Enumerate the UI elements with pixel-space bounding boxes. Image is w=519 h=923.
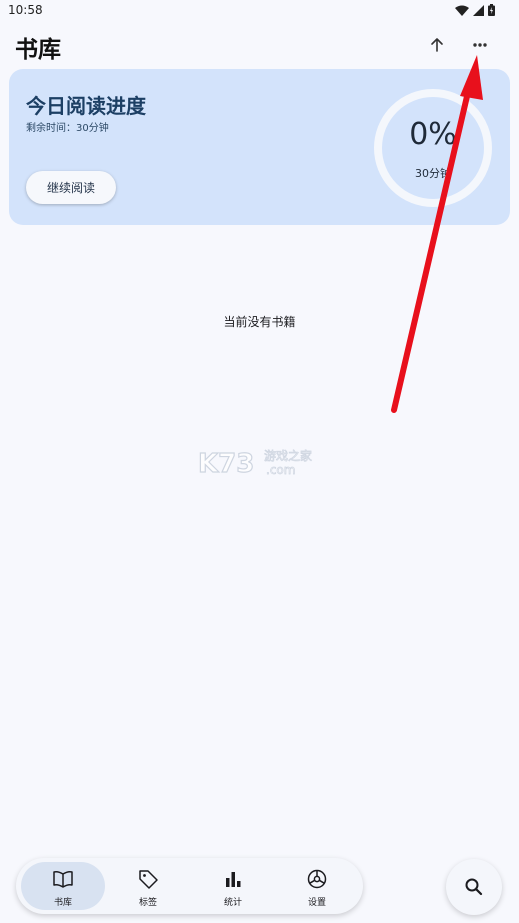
status-icons (455, 4, 495, 16)
nav-label-library: 书库 (53, 898, 72, 908)
nav-item-settings[interactable]: 设置 (275, 862, 359, 910)
upload-button[interactable] (422, 30, 452, 60)
settings-icon (307, 869, 327, 889)
nav-label-settings: 设置 (307, 898, 326, 908)
reading-progress-card: 今日阅读进度 剩余时间：30分钟 继续阅读 0% 30分钟 (9, 69, 510, 225)
progress-percent: 0% (409, 117, 457, 152)
page-title: 书库 (15, 37, 61, 63)
nav-label-tags: 标签 (138, 898, 157, 908)
tag-icon (139, 870, 158, 889)
status-bar: 10:58 (0, 0, 519, 22)
more-icon (473, 43, 487, 47)
bottom-navigation: 书库 标签 统计 设置 (16, 858, 363, 914)
remaining-time-label: 剩余时间：30分钟 (26, 123, 109, 134)
more-options-button[interactable] (465, 30, 495, 60)
nav-item-library[interactable]: 书库 (21, 862, 105, 910)
reading-goal-label: 30分钟 (415, 167, 451, 180)
nav-label-stats: 统计 (223, 898, 242, 908)
upload-icon (431, 38, 443, 52)
watermark-brand: K73 (198, 449, 254, 478)
reading-progress-title: 今日阅读进度 (26, 94, 146, 118)
battery-icon (488, 4, 495, 16)
search-icon (465, 878, 483, 896)
signal-icon (473, 4, 484, 16)
watermark-domain: .com (266, 463, 295, 477)
watermark-tagline: 游戏之家 (264, 448, 312, 463)
search-button[interactable] (446, 859, 502, 915)
nav-item-tags[interactable]: 标签 (106, 862, 190, 910)
watermark-logo: K73 游戏之家 .com (197, 448, 312, 478)
book-icon (53, 871, 73, 888)
wifi-icon (455, 5, 469, 16)
status-time: 10:58 (8, 3, 43, 17)
continue-reading-button[interactable]: 继续阅读 (26, 171, 116, 204)
nav-item-stats[interactable]: 统计 (191, 862, 275, 910)
empty-state-message: 当前没有书籍 (223, 315, 296, 329)
bar-chart-icon (226, 872, 241, 887)
